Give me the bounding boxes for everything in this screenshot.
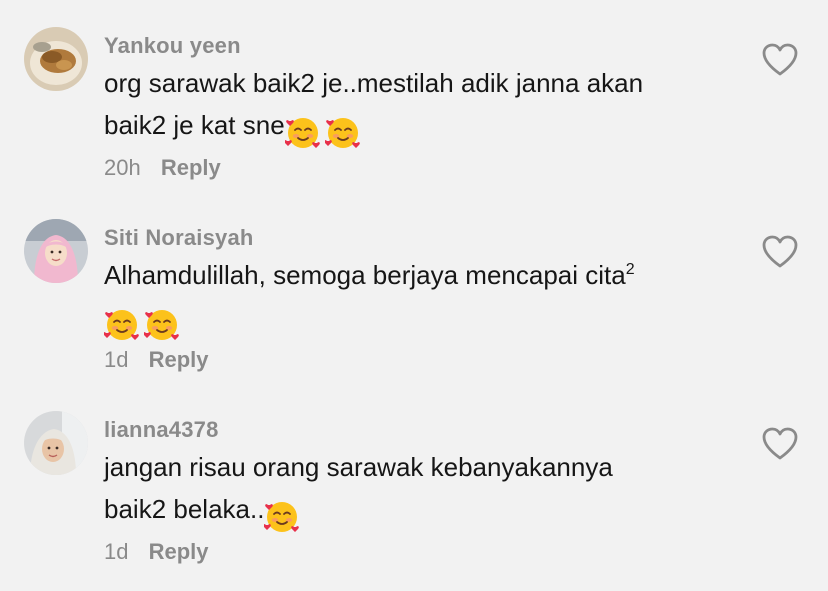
comment-text-line: jangan risau orang sarawak kebanyakannya [104,452,613,482]
smiling-face-with-hearts-icon [283,115,321,151]
smiling-face-with-hearts-icon [103,307,140,343]
superscript: 2 [625,261,635,278]
comment-text: Alhamdulillah, semoga berjaya mencapai c… [103,254,744,344]
comment-list: Yankou yeen org sarawak baik2 je..mestil… [0,0,828,591]
comment-text-line: baik2 belaka.. [104,494,265,524]
comment-meta: 20h Reply [104,154,744,184]
comment-text-line: Alhamdulillah, semoga berjaya mencapai c… [104,260,626,290]
avatar[interactable] [24,27,88,91]
avatar[interactable] [24,219,88,283]
reply-button[interactable]: Reply [149,347,209,372]
comment-text: jangan risau orang sarawak kebanyakannya… [104,446,744,536]
heart-icon[interactable] [762,235,798,269]
smiling-face-with-hearts-icon [323,115,361,151]
smiling-face-with-hearts-icon [263,499,300,535]
heart-icon[interactable] [762,43,798,77]
emoji-group [283,110,365,152]
comment-meta: 1d Reply [104,538,744,568]
heart-icon[interactable] [762,427,798,461]
comment-text-line: org sarawak baik2 je..mestilah adik jann… [104,68,644,98]
emoji-group [263,494,304,536]
comment-username[interactable]: Yankou yeen [104,32,744,60]
smiling-face-with-hearts-icon [143,307,180,343]
comment-text-line: baik2 je kat sne [104,110,285,140]
comment-time: 1d [104,347,129,372]
reply-button[interactable]: Reply [149,539,209,564]
comment-meta: 1d Reply [104,346,744,376]
emoji-group [103,302,184,344]
reply-button[interactable]: Reply [161,155,221,180]
avatar[interactable] [24,411,88,475]
comment-time: 20h [104,155,141,180]
comment-text: org sarawak baik2 je..mestilah adik jann… [104,62,744,152]
comment-username[interactable]: Siti Noraisyah [104,224,744,252]
comment-time: 1d [104,539,129,564]
comment-username[interactable]: lianna4378 [104,416,744,444]
